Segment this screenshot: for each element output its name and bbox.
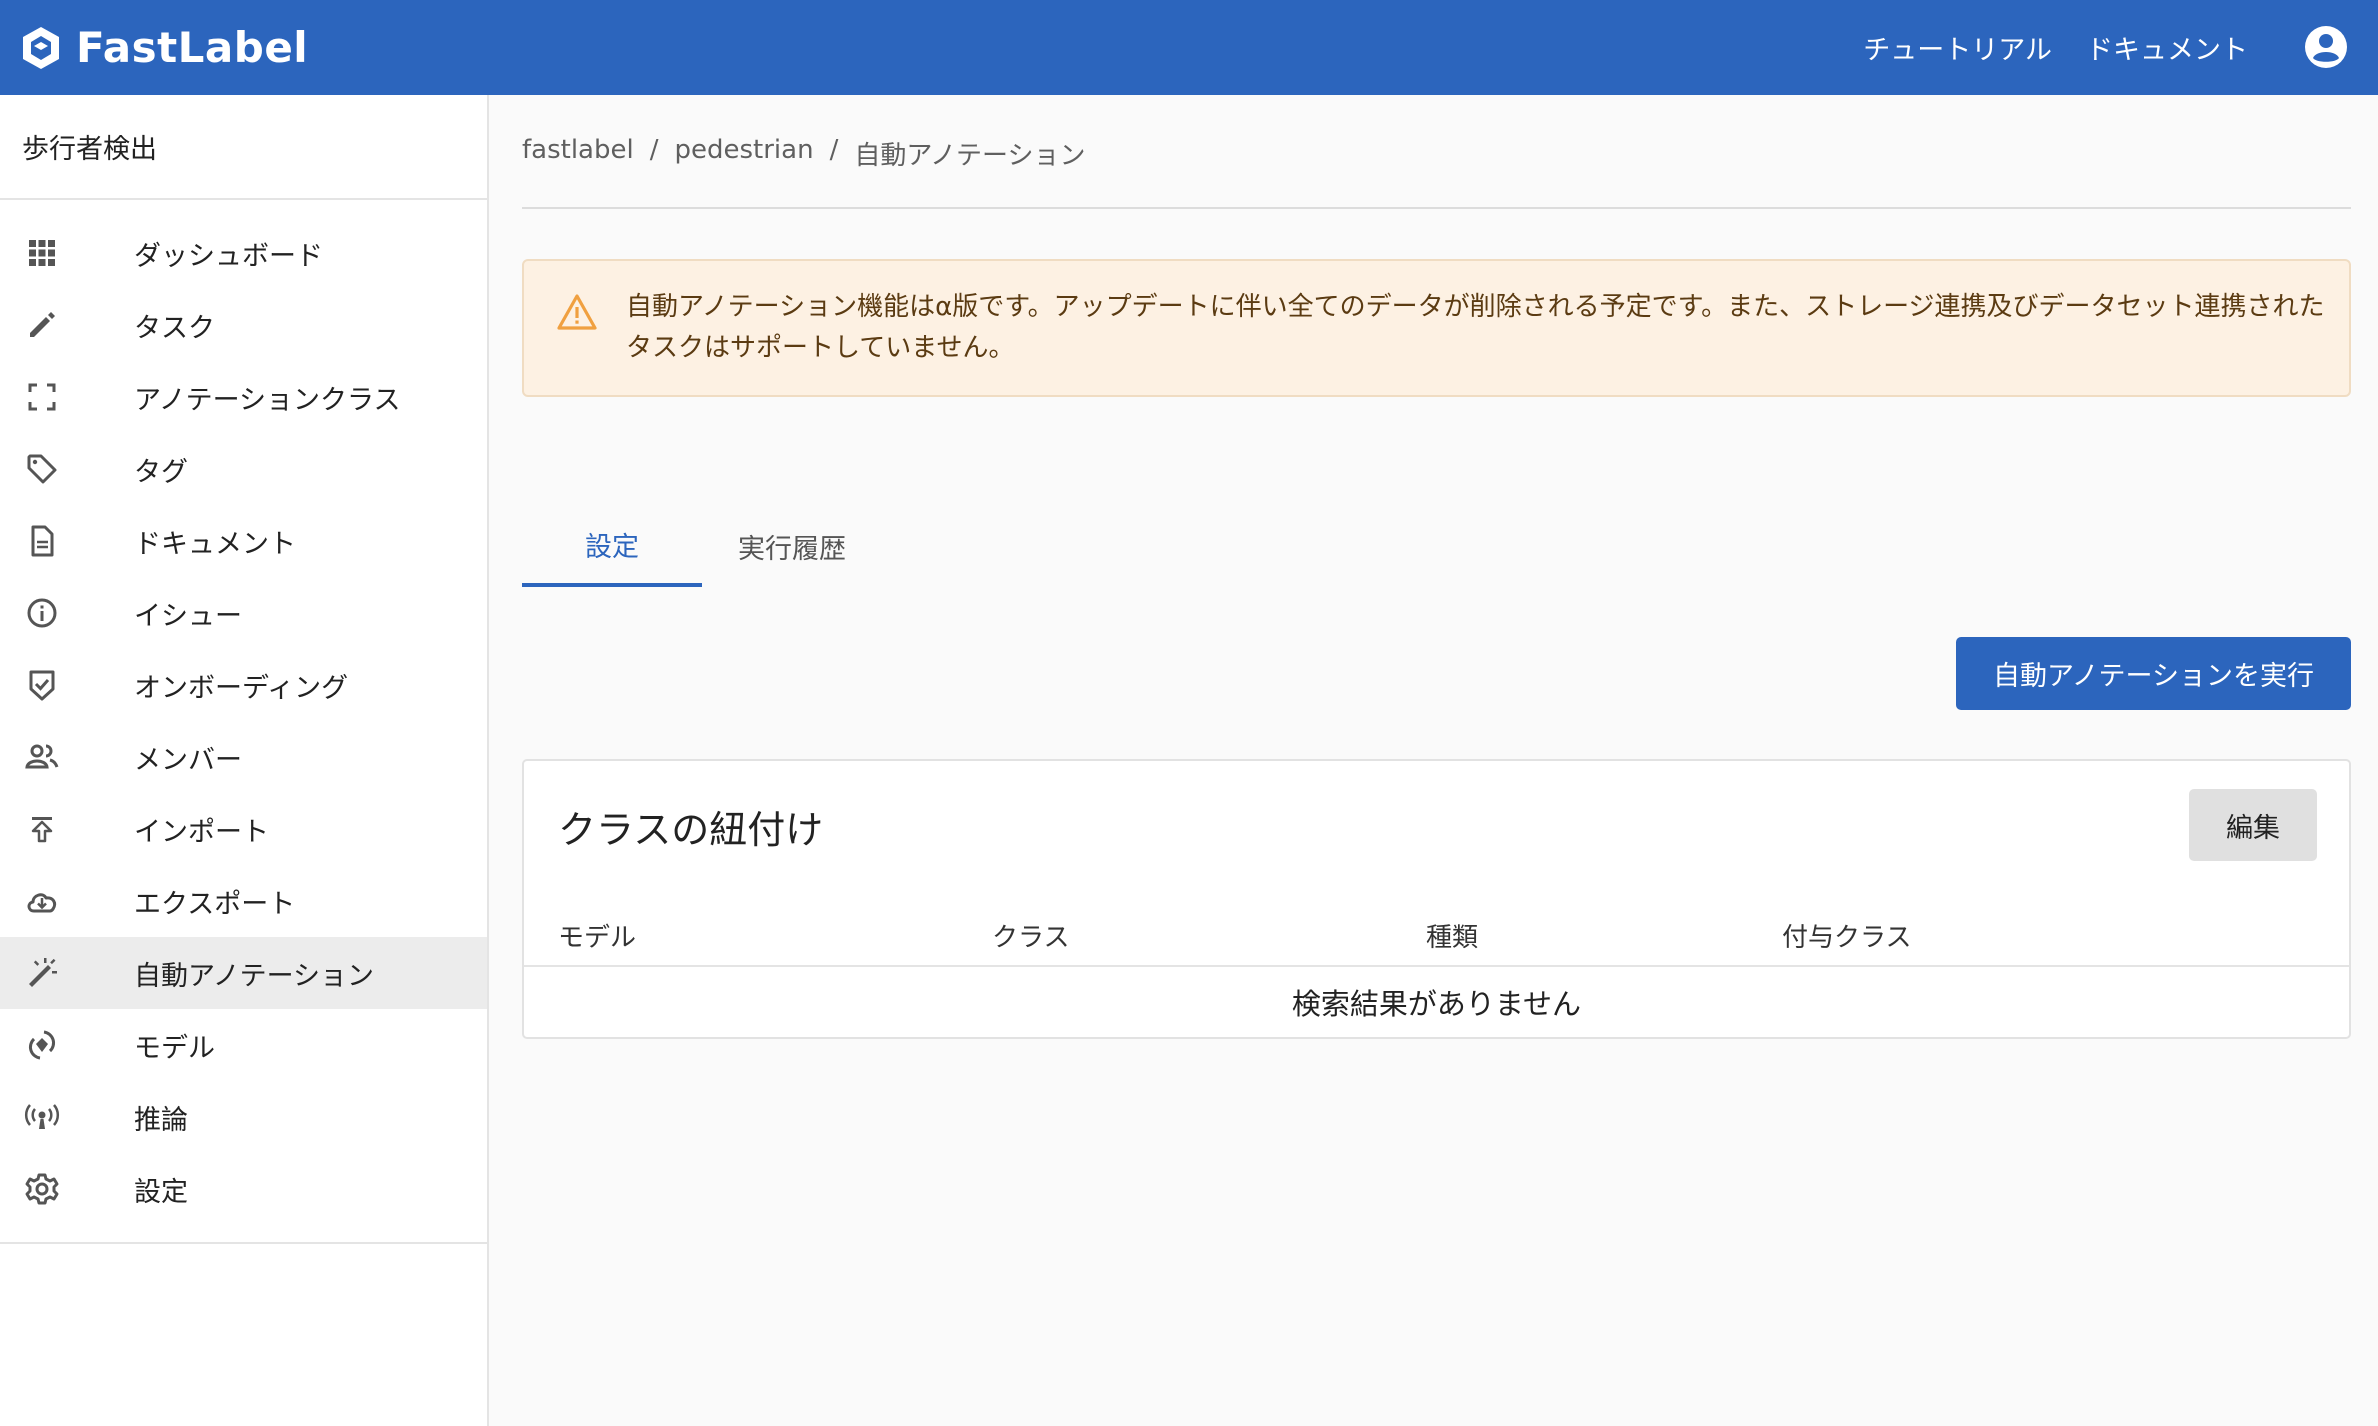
sidebar-item-label: メンバー [134,744,242,776]
sidebar-item-label: エクスポート [134,888,296,920]
app-header: FastLabel チュートリアル ドキュメント [0,0,2378,95]
column-header-model: モデル [558,923,637,953]
sidebar-item-issues[interactable]: イシュー [0,577,487,649]
sidebar-item-annotation-classes[interactable]: アノテーションクラス [0,361,487,433]
account-avatar-icon[interactable] [2304,25,2348,69]
people-icon [21,736,63,778]
brand-name: FastLabel [76,23,309,72]
empty-results-message: 検索結果がありません [1291,987,1582,1021]
breadcrumb-current: 自動アノテーション [854,141,1086,171]
sidebar-item-label: オンボーディング [134,672,349,704]
pencil-icon [21,304,63,346]
breadcrumb-separator: / [649,135,659,165]
alpha-warning-alert: 自動アノテーション機能はα版です。アップデートに伴い全てのデータが削除される予定… [522,259,2351,397]
sidebar-item-tags[interactable]: タグ [0,433,487,505]
sidebar-item-onboarding[interactable]: オンボーディング [0,649,487,721]
brand-logo[interactable]: FastLabel [20,23,308,72]
sidebar: 歩行者検出 ダッシュボード タスク アノテーションクラス タグ ドキュメント イ… [0,95,489,1426]
sidebar-item-label: 設定 [134,1176,188,1208]
breadcrumb-workspace[interactable]: fastlabel [522,135,634,172]
sidebar-item-members[interactable]: メンバー [0,721,487,793]
sidebar-item-label: 推論 [134,1104,188,1136]
document-icon [21,520,63,562]
alert-message: 自動アノテーション機能はα版です。アップデートに伴い全てのデータが削除される予定… [626,292,2325,363]
sidebar-item-models[interactable]: モデル [0,1009,487,1081]
frame-icon [21,376,63,418]
card-title: クラスの紐付け [558,808,824,852]
sidebar-item-label: ダッシュボード [134,240,323,272]
model-icon [21,1024,63,1066]
run-auto-annotation-button[interactable]: 自動アノテーションを実行 [1956,637,2351,710]
sidebar-item-tasks[interactable]: タスク [0,289,487,361]
sidebar-item-label: タグ [134,456,188,488]
shield-check-icon [21,664,63,706]
sidebar-menu: ダッシュボード タスク アノテーションクラス タグ ドキュメント イシュー オン… [0,200,487,1244]
sidebar-item-import[interactable]: インポート [0,793,487,865]
sidebar-item-label: イシュー [134,600,242,632]
sidebar-item-auto-annotation[interactable]: 自動アノテーション [0,937,487,1009]
table-header: モデル クラス 種類 付与クラス [524,901,2349,967]
header-divider [522,207,2351,209]
project-name: 歩行者検出 [0,95,487,200]
documentation-link[interactable]: ドキュメント [2086,28,2248,67]
fastlabel-logo-icon [23,26,59,69]
sidebar-item-dashboard[interactable]: ダッシュボード [0,217,487,289]
sidebar-item-label: 自動アノテーション [134,960,375,992]
column-header-type: 種類 [1426,923,1479,953]
cloud-download-icon [21,880,63,922]
sidebar-item-export[interactable]: エクスポート [0,865,487,937]
upload-icon [21,808,63,850]
tab-settings[interactable]: 設定 [522,505,702,587]
column-header-assigned-class: 付与クラス [1782,923,1912,953]
breadcrumb-separator: / [829,135,839,165]
tab-execution-history[interactable]: 実行履歴 [702,505,882,587]
sidebar-item-label: タスク [134,312,215,344]
sidebar-item-settings[interactable]: 設定 [0,1153,487,1225]
broadcast-icon [21,1096,63,1138]
header-nav: チュートリアル ドキュメント [1863,0,2248,95]
tutorial-link[interactable]: チュートリアル [1863,28,2052,67]
sidebar-item-label: ドキュメント [134,528,296,560]
magic-wand-icon [21,952,63,994]
column-header-class: クラス [992,923,1070,953]
sidebar-item-label: モデル [134,1032,215,1064]
sidebar-item-label: インポート [134,816,269,848]
dashboard-icon [21,232,63,274]
breadcrumb-project[interactable]: pedestrian [674,135,813,172]
info-icon [21,592,63,634]
edit-button[interactable]: 編集 [2189,789,2317,861]
tag-icon [21,448,63,490]
sidebar-item-documents[interactable]: ドキュメント [0,505,487,577]
class-mapping-card: クラスの紐付け 編集 モデル クラス 種類 付与クラス 検索結果がありません [522,759,2351,1039]
warning-icon [557,294,597,330]
sidebar-item-label: アノテーションクラス [134,384,401,416]
breadcrumb: fastlabel / pedestrian / 自動アノテーション [522,135,1085,172]
sidebar-item-inference[interactable]: 推論 [0,1081,487,1153]
tab-bar: 設定 実行履歴 [522,505,882,587]
gear-icon [21,1168,63,1210]
